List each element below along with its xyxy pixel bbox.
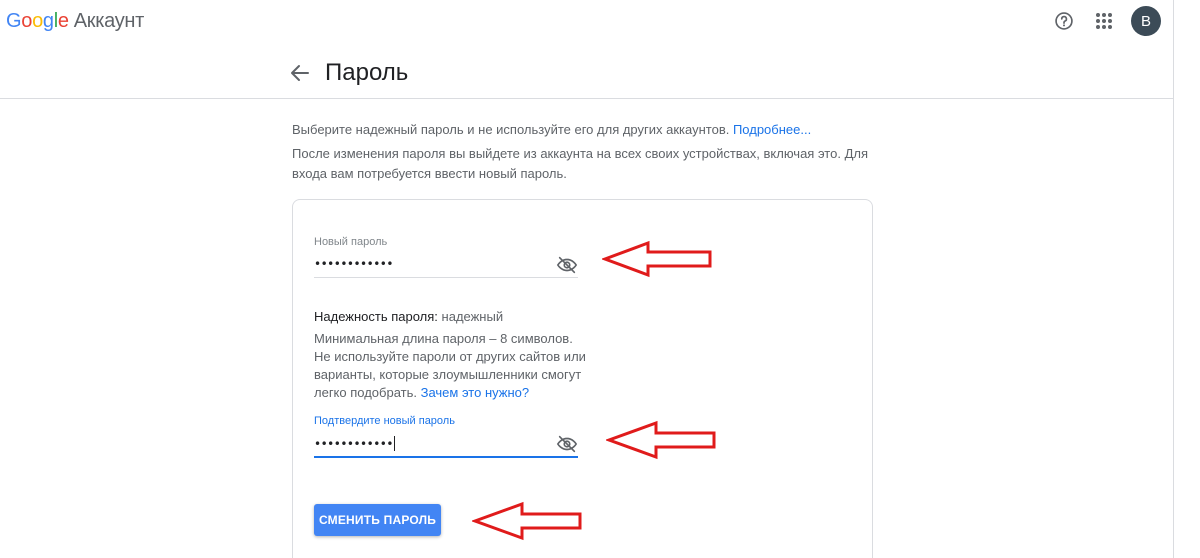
confirm-password-value: •••••••••••• xyxy=(314,436,395,451)
intro-text: Выберите надежный пароль и не используйт… xyxy=(292,120,872,184)
logo-letter: g xyxy=(42,10,54,32)
arrow-back-icon[interactable] xyxy=(288,61,312,85)
confirm-password-label: Подтвердите новый пароль xyxy=(314,415,455,427)
help-circle-icon[interactable] xyxy=(1051,8,1077,34)
apps-grid-icon[interactable] xyxy=(1091,8,1117,34)
learn-more-link[interactable]: Подробнее... xyxy=(733,122,811,137)
intro-line-1: Выберите надежный пароль и не используйт… xyxy=(292,120,872,140)
logo-letter: G xyxy=(6,10,22,32)
new-password-value: •••••••••••• xyxy=(314,257,393,271)
new-password-label: Новый пароль xyxy=(314,236,388,248)
logo-letter: e xyxy=(57,10,69,32)
eye-off-icon[interactable] xyxy=(556,433,578,455)
intro-text-1: Выберите надежный пароль и не используйт… xyxy=(292,122,733,137)
new-password-field[interactable]: •••••••••••• xyxy=(314,252,578,278)
logo-letter: o xyxy=(32,10,43,32)
strength-value: надежный xyxy=(441,309,504,324)
google-account-logo[interactable]: Google Аккаунт xyxy=(6,10,144,33)
top-bar: Google Аккаунт В xyxy=(0,0,1200,46)
why-needed-link[interactable]: Зачем это нужно? xyxy=(421,385,530,400)
product-name: Аккаунт xyxy=(73,10,145,32)
field-underline xyxy=(314,277,578,278)
scrollbar-edge xyxy=(1173,0,1174,558)
intro-line-2: После изменения пароля вы выйдете из акк… xyxy=(292,146,868,181)
field-underline-active xyxy=(314,456,578,458)
logo-letter: o xyxy=(21,10,33,32)
page-header: Пароль xyxy=(0,46,1173,99)
eye-off-icon[interactable] xyxy=(556,254,578,276)
change-password-button[interactable]: СМЕНИТЬ ПАРОЛЬ xyxy=(314,504,441,536)
strength-label: Надежность пароля: xyxy=(314,309,442,324)
password-rules: Минимальная длина пароля – 8 символов. Н… xyxy=(314,330,586,402)
page-title: Пароль xyxy=(325,59,409,86)
password-strength: Надежность пароля: надежный xyxy=(314,309,503,324)
annotation-arrow-icon xyxy=(606,420,716,460)
text-caret xyxy=(393,436,395,451)
annotation-arrow-icon xyxy=(602,240,712,278)
avatar[interactable]: В xyxy=(1131,6,1161,36)
confirm-password-field[interactable]: •••••••••••• xyxy=(314,431,578,458)
annotation-arrow-icon xyxy=(472,501,582,541)
confirm-password-dots: •••••••••••• xyxy=(314,437,393,451)
